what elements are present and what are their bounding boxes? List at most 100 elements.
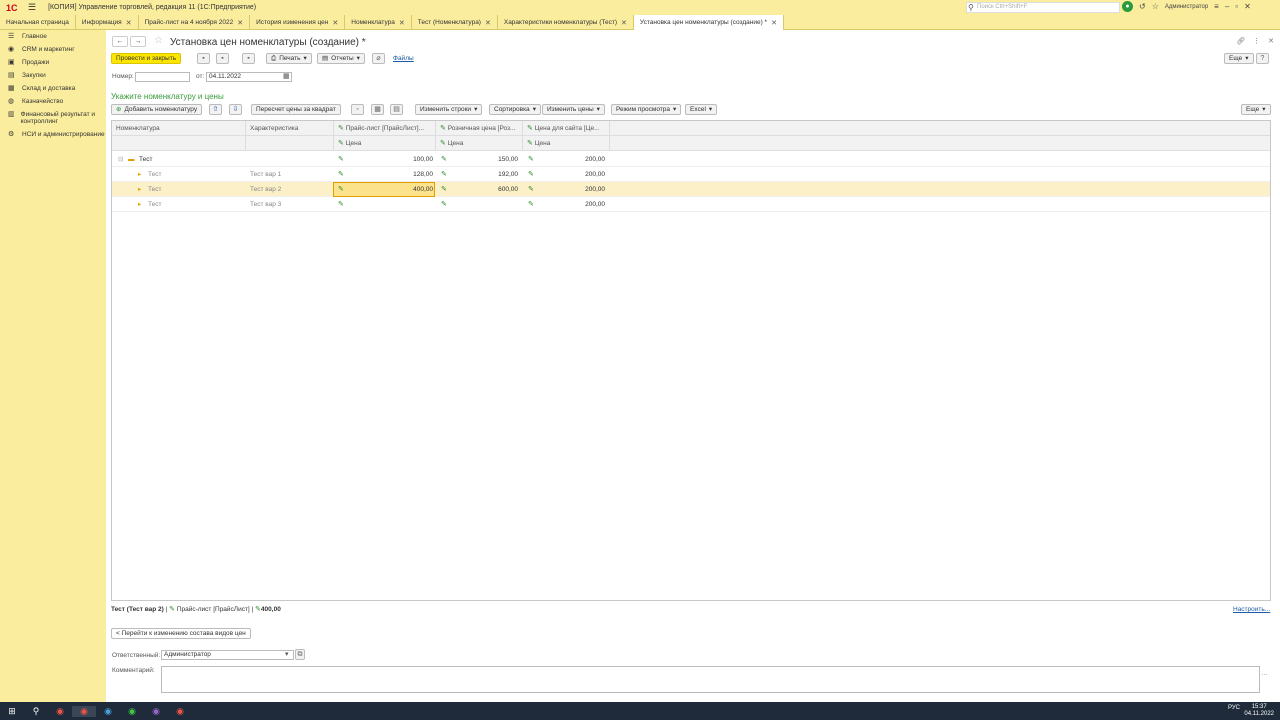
user-name[interactable]: Администратор xyxy=(1165,4,1208,10)
add-nomenclature-button[interactable]: ⊕ Добавить номенклатуру xyxy=(111,104,203,115)
forward-button[interactable]: → xyxy=(130,36,146,47)
help-button[interactable]: ? xyxy=(1256,53,1269,64)
viber-icon[interactable]: ◉ xyxy=(144,706,168,717)
tab-1[interactable]: Информация ✕ xyxy=(76,15,139,30)
fill-icon[interactable]: ▤ xyxy=(390,104,403,115)
onec-app-icon[interactable]: ◉ xyxy=(72,705,96,717)
sidebar-item-purchases[interactable]: ▤ Закупки xyxy=(0,69,106,82)
telegram-icon[interactable]: ◉ xyxy=(96,706,120,717)
more-vertical-icon[interactable]: ⋮ xyxy=(1253,37,1260,45)
global-search-input[interactable]: ⚲ Поиск Ctrl+Shift+F xyxy=(966,2,1120,13)
minimize-icon[interactable]: – xyxy=(1225,2,1229,11)
pencil-icon: ✎ xyxy=(528,156,534,163)
responsible-input[interactable]: Администратор xyxy=(161,650,294,660)
close-form-icon[interactable]: ✕ xyxy=(1268,37,1274,45)
restore-icon[interactable]: ▫ xyxy=(1235,2,1238,11)
change-rows-button[interactable]: Изменить строки ▾ xyxy=(415,104,483,115)
pencil-icon: ✎ xyxy=(338,171,344,178)
goto-price-types-button[interactable]: < Перейти к изменению состава видов цен xyxy=(111,628,251,639)
windows-start-icon[interactable]: ⊞ xyxy=(0,706,24,717)
move-down-icon[interactable]: ⇩ xyxy=(229,104,242,115)
tab-6[interactable]: Характеристики номенклатуры (Тест) ✕ xyxy=(498,15,634,30)
favorite-star-icon[interactable]: ☆ xyxy=(154,35,163,46)
close-tab-icon[interactable]: ✕ xyxy=(771,19,777,27)
sidebar-item-finance[interactable]: ▥ Финансовый результат и контроллинг xyxy=(0,108,106,128)
table-row[interactable]: ⊟ ▬ Тест ✎ 100,00 ✎ 150,00 ✎ 200,00 xyxy=(112,152,1270,167)
table-more-button[interactable]: Еще ▾ xyxy=(1241,104,1271,115)
sort-button[interactable]: Сортировка ▾ xyxy=(489,104,541,115)
table-row[interactable]: ▸ Тест Тест вар 1 ✎ 128,00 ✎ 192,00 ✎ 200,00 xyxy=(112,167,1270,182)
more-horizontal-icon[interactable]: … xyxy=(1261,670,1268,677)
col-nomenclature[interactable]: Номенклатура xyxy=(112,121,246,136)
close-tab-icon[interactable]: ✕ xyxy=(237,19,243,27)
sidebar-item-main[interactable]: ☰ Главное xyxy=(0,30,106,43)
table-row[interactable]: ▸ Тест Тест вар 3 ✎ ✎ ✎ 200,00 xyxy=(112,197,1270,212)
table-row[interactable]: ▸ Тест Тест вар 2 ✎ 400,00 ✎ 600,00 ✎ 200,00 xyxy=(112,182,1270,197)
tab-4[interactable]: Номенклатура ✕ xyxy=(345,15,412,30)
calendar-icon[interactable]: ▦ xyxy=(283,72,290,80)
view-mode-button[interactable]: Режим просмотра ▾ xyxy=(611,104,682,115)
table-icon[interactable]: ▦ xyxy=(371,104,384,115)
sidebar-item-crm[interactable]: ◉ CRM и маркетинг xyxy=(0,43,106,56)
sidebar-item-sales[interactable]: ▣ Продажи xyxy=(0,56,106,69)
open-link-icon[interactable]: ⧉ xyxy=(295,649,305,660)
tab-2[interactable]: Прайс-лист на 4 ноября 2022 ✕ xyxy=(139,15,251,30)
chrome-icon[interactable]: ◉ xyxy=(48,706,72,717)
attach-icon[interactable]: ⌀ xyxy=(372,53,385,64)
files-link[interactable]: Файлы xyxy=(393,55,414,62)
copy-icon[interactable]: ▫ xyxy=(351,104,364,115)
section-title: Укажите номенклатуру и цены xyxy=(111,92,224,101)
tab-0[interactable]: Начальная страница xyxy=(0,15,76,30)
close-tab-icon[interactable]: ✕ xyxy=(126,19,132,27)
pencil-icon: ✎ xyxy=(441,171,447,178)
sidebar-item-admin[interactable]: ⚙ НСИ и администрирование xyxy=(0,128,106,141)
number-input[interactable] xyxy=(135,72,190,82)
whatsapp-icon[interactable]: ◉ xyxy=(120,706,144,717)
onec-second-icon[interactable]: ◉ xyxy=(168,706,192,717)
excel-button[interactable]: Excel ▾ xyxy=(685,104,718,115)
col-site[interactable]: ✎ Цена для сайта [Це... xyxy=(523,121,610,136)
clock[interactable]: 15:37 04.11.2022 xyxy=(1244,704,1274,718)
more-button[interactable]: Еще ▾ xyxy=(1224,53,1254,64)
close-tab-icon[interactable]: ✕ xyxy=(621,19,627,27)
delete-icon[interactable]: ▪ xyxy=(242,53,255,64)
date-input[interactable]: 04.11.2022 xyxy=(206,72,292,82)
notifications-icon[interactable]: ● xyxy=(1122,1,1133,12)
close-tab-icon[interactable]: ✕ xyxy=(399,19,405,27)
tray-lang[interactable]: РУС xyxy=(1228,705,1240,711)
change-prices-button[interactable]: Изменить цены ▾ xyxy=(542,104,605,115)
link-icon[interactable]: 🔗︎ xyxy=(1236,37,1245,45)
reports-button[interactable]: ▤ Отчеты ▾ xyxy=(317,53,365,64)
tab-5[interactable]: Тест (Номенклатура) ✕ xyxy=(412,15,498,30)
chevron-down-icon: ▾ xyxy=(596,106,600,113)
close-tab-icon[interactable]: ✕ xyxy=(485,19,491,27)
col-characteristic[interactable]: Характеристика xyxy=(246,121,334,136)
close-window-icon[interactable]: ✕ xyxy=(1244,2,1251,11)
favorites-icon[interactable]: ☆ xyxy=(1152,2,1159,11)
col-price-list[interactable]: ✎ Прайс-лист [ПрайсЛист]... xyxy=(334,121,436,136)
chevron-down-icon[interactable]: ▾ xyxy=(285,650,289,658)
crm-icon: ◉ xyxy=(8,46,15,53)
close-tab-icon[interactable]: ✕ xyxy=(332,19,338,27)
col-retail[interactable]: ✎ Розничная цена [Роз... xyxy=(436,121,523,136)
settings-menu-icon[interactable]: ≡ xyxy=(1214,2,1219,11)
comment-input[interactable] xyxy=(161,666,1260,693)
search-icon[interactable]: ⚲ xyxy=(24,706,48,717)
recalc-price-button[interactable]: Пересчет цены за квадрат xyxy=(251,104,341,115)
sidebar-item-treasury[interactable]: ◍ Казначейство xyxy=(0,95,106,108)
post-icon[interactable]: ▪ xyxy=(216,53,229,64)
back-button[interactable]: ← xyxy=(112,36,128,47)
main-menu-icon[interactable]: ☰ xyxy=(28,2,36,13)
collapse-icon[interactable]: ⊟ xyxy=(118,152,123,167)
price-type-icon: ✎ xyxy=(527,125,533,132)
post-and-close-button[interactable]: Провести и закрыть xyxy=(111,53,182,64)
sidebar-item-warehouse[interactable]: ▦ Склад и доставка xyxy=(0,82,106,95)
plus-icon: ⊕ xyxy=(116,106,122,113)
tab-3[interactable]: История изменения цен ✕ xyxy=(250,15,346,30)
history-icon[interactable]: ↺ xyxy=(1139,2,1146,11)
settings-link[interactable]: Настроить... xyxy=(1233,606,1270,613)
tab-7[interactable]: Установка цен номенклатуры (создание) * ✕ xyxy=(633,15,784,30)
print-button[interactable]: ⎙ Печать ▾ xyxy=(266,53,312,64)
save-icon[interactable]: ▪ xyxy=(197,53,210,64)
move-up-icon[interactable]: ⇧ xyxy=(209,104,222,115)
